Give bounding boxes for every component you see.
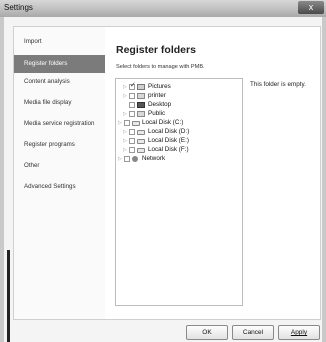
tree-item-label: Network	[142, 155, 166, 162]
sidebar-item-register-programs[interactable]: Register programs	[14, 136, 105, 154]
expand-arrow-icon[interactable]: ▷	[118, 155, 122, 163]
expand-arrow-icon[interactable]: ▷	[123, 110, 127, 118]
tree-item-label: Desktop	[148, 101, 172, 108]
title-bar[interactable]: Settings x	[0, 0, 326, 17]
sidebar-item-media-file-display[interactable]: Media file display	[14, 94, 105, 112]
drive-icon	[137, 139, 145, 144]
close-icon[interactable]: x	[298, 1, 324, 14]
folder-icon	[137, 93, 145, 99]
drive-icon	[137, 148, 145, 153]
pictures-folder-icon	[137, 84, 145, 90]
checkbox[interactable]	[129, 138, 135, 144]
checkbox[interactable]	[129, 147, 135, 153]
sidebar-item-content-analysis[interactable]: Content analysis	[14, 73, 105, 91]
drive-icon	[137, 130, 145, 135]
sidebar-item-import[interactable]: Import	[14, 33, 105, 51]
checkbox[interactable]	[124, 120, 130, 126]
window-frame-right	[322, 17, 326, 342]
settings-sidebar: Import Register folders Content analysis…	[13, 26, 106, 320]
window-edge-shadow	[7, 250, 10, 342]
expand-arrow-icon[interactable]: ▷	[123, 83, 127, 91]
checkbox[interactable]	[129, 93, 135, 99]
page-title: Register folders	[116, 44, 196, 56]
checkbox[interactable]	[129, 82, 136, 90]
folder-icon	[137, 111, 145, 117]
instruction-text: Select folders to manage with PMB.	[116, 64, 205, 70]
folder-tree[interactable]: ▷ Pictures ▷ printer Desktop ▷	[115, 78, 243, 306]
tree-item-label: Pictures	[148, 83, 171, 90]
tree-item-label: Local Disk (E:)	[148, 137, 189, 144]
window-frame-left	[0, 17, 4, 342]
tree-item-label: printer	[148, 92, 166, 99]
network-icon	[132, 156, 138, 162]
window-title: Settings	[4, 3, 33, 12]
checkbox[interactable]	[129, 102, 135, 108]
sidebar-item-advanced-settings[interactable]: Advanced Settings	[14, 178, 105, 196]
sidebar-item-register-folders[interactable]: Register folders	[14, 55, 105, 73]
sidebar-item-media-service-registration[interactable]: Media service registration	[14, 115, 105, 133]
cancel-button[interactable]: Cancel	[232, 325, 274, 340]
ok-button[interactable]: OK	[186, 325, 228, 340]
apply-button[interactable]: Apply	[278, 325, 320, 340]
settings-window: Settings x Import Register folders Conte…	[0, 0, 326, 342]
expand-arrow-icon[interactable]: ▷	[123, 146, 127, 154]
tree-item-label: Local Disk (C:)	[142, 119, 184, 126]
desktop-icon	[137, 102, 145, 108]
folder-empty-message: This folder is empty.	[250, 81, 306, 88]
checkbox[interactable]	[129, 129, 135, 135]
apply-button-label: Apply	[290, 329, 308, 336]
expand-arrow-icon[interactable]: ▷	[123, 92, 127, 100]
tree-item-label: Public	[148, 110, 166, 117]
expand-arrow-icon[interactable]: ▷	[123, 128, 127, 136]
expand-arrow-icon[interactable]: ▷	[118, 119, 122, 127]
expand-arrow-icon[interactable]: ▷	[123, 137, 127, 145]
system-drive-icon	[132, 121, 140, 126]
sidebar-item-other[interactable]: Other	[14, 157, 105, 175]
checkbox[interactable]	[129, 111, 135, 117]
tree-item-label: Local Disk (F:)	[148, 146, 189, 153]
checkbox[interactable]	[124, 156, 130, 162]
settings-content-panel: Register folders Select folders to manag…	[105, 26, 321, 320]
tree-item-label: Local Disk (D:)	[148, 128, 190, 135]
